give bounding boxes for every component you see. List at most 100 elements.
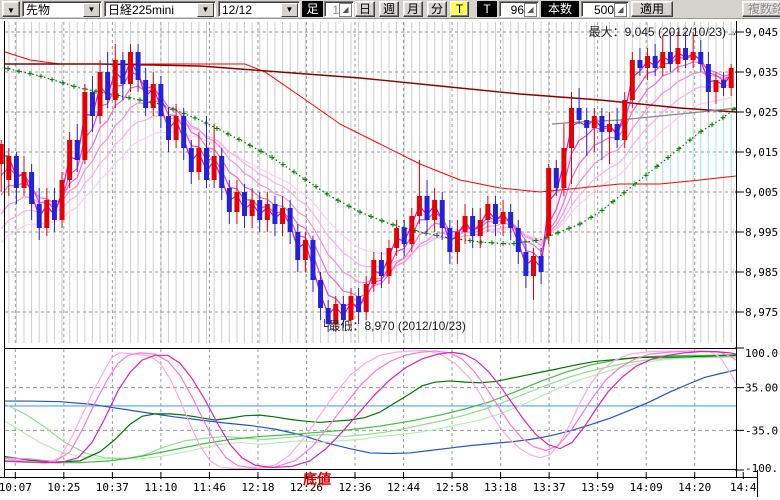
candle [52,200,57,220]
candle [653,56,658,68]
candle [645,56,650,68]
tick-count-stepper[interactable]: 96 ◢ [499,1,539,17]
bars-label: 本数 [541,1,579,17]
candle [516,228,521,252]
candle [592,116,597,128]
candle [630,60,635,100]
candle [364,284,369,312]
dropdown-arrow-icon: ▼ [7,6,15,15]
candle [98,72,103,116]
candle [615,124,620,140]
contract-month-select[interactable]: 12/12 ▼ [218,1,300,17]
candle [577,108,582,120]
candle [432,200,437,220]
multi-symbol-button[interactable]: 複数銘柄 [742,1,780,17]
tick-mode-button[interactable]: T [450,1,469,17]
candle [554,168,559,188]
candle [6,156,11,180]
combo-arrow-icon[interactable]: ▼ [281,3,298,17]
candle [212,156,217,180]
price-tick-label: 9,045 [745,26,778,39]
candle [234,192,239,212]
candle [637,60,642,68]
candle [539,256,544,272]
bar-interval-stepper[interactable]: 1 ◢ [324,1,354,17]
candle [67,140,72,180]
candle [569,108,574,148]
min-price-annotation: └最低：8,970 (2012/10/23) [320,319,466,333]
candle [425,196,430,220]
candle [698,52,703,64]
candle [151,84,156,108]
time-tick-label: 12:58 [436,481,469,494]
spin-dial-icon[interactable]: ◢ [524,3,537,17]
candle [82,92,87,160]
oscillator-tick-label: -100. [745,462,778,475]
candle [394,228,399,248]
period-button-day[interactable]: 日 [355,1,375,17]
candle [531,256,536,276]
candle [660,52,665,68]
candle [508,212,513,228]
candle [348,296,353,320]
candle [546,168,551,236]
time-tick-label: 12:36 [338,481,371,494]
chart-application-window: 9,0459,0359,0259,0159,0058,9958,9858,975… [0,0,780,500]
candle [607,124,612,132]
combo-arrow-icon[interactable]: ▼ [197,3,214,17]
candle [120,60,125,84]
price-tick-label: 9,005 [745,186,778,199]
period-button-month[interactable]: 月 [403,1,423,17]
candle [174,116,179,140]
spin-dial-icon[interactable]: ◢ [614,3,627,17]
candle [493,204,498,224]
candle [0,144,4,164]
candle [113,60,118,100]
candle [691,52,696,60]
tick-count-value: 96 [511,3,524,17]
time-tick-label: 12:44 [387,481,420,494]
apply-button[interactable]: 適用 [631,1,673,17]
chart-nav-dropdown-button[interactable]: ▼ [2,1,20,17]
period-button-minute[interactable]: 分 [427,1,447,17]
candle [219,156,224,188]
candle [371,260,376,284]
bar-type-label: 足 [302,1,323,17]
oscillator-tick-label: 35.00 [745,382,778,395]
price-tick-label: 9,025 [745,106,778,119]
symbol-select[interactable]: 日経225mini ▼ [104,1,216,17]
candle [136,52,141,80]
chart-canvas[interactable]: 9,0459,0359,0259,0159,0058,9958,9858,975… [0,0,780,500]
time-tick-label: 14:09 [630,481,663,494]
candle [675,48,680,64]
candle [295,232,300,260]
candle [402,228,407,244]
candle [303,240,308,260]
time-tick-label: 10:25 [47,481,80,494]
candle [128,52,133,84]
market-select-value: 先物 [26,3,50,17]
candle [90,92,95,116]
symbol-select-value: 日経225mini [108,3,174,17]
candle [158,84,163,116]
price-tick-label: 9,035 [745,66,778,79]
time-tick-label: 11:10 [144,481,177,494]
spin-dial-icon[interactable]: ◢ [339,3,352,17]
period-button-week[interactable]: 週 [379,1,399,17]
market-select[interactable]: 先物 ▼ [22,1,102,17]
candle [75,140,80,160]
candle [257,200,262,220]
combo-arrow-icon[interactable]: ▼ [83,3,100,17]
bars-count-stepper[interactable]: 500 ◢ [581,1,629,17]
time-tick-label: 13:59 [581,481,614,494]
candle [379,260,384,276]
price-tick-label: 8,975 [745,306,778,319]
price-tick-label: 8,985 [745,266,778,279]
price-tick-label: 9,015 [745,146,778,159]
time-tick-label: 14:4 [730,481,757,494]
candle [356,296,361,312]
candle [683,48,688,60]
max-price-annotation: 最大：9,045 (2012/10/23)→ [589,25,738,39]
candle [470,216,475,236]
time-tick-label: 13:37 [533,481,566,494]
